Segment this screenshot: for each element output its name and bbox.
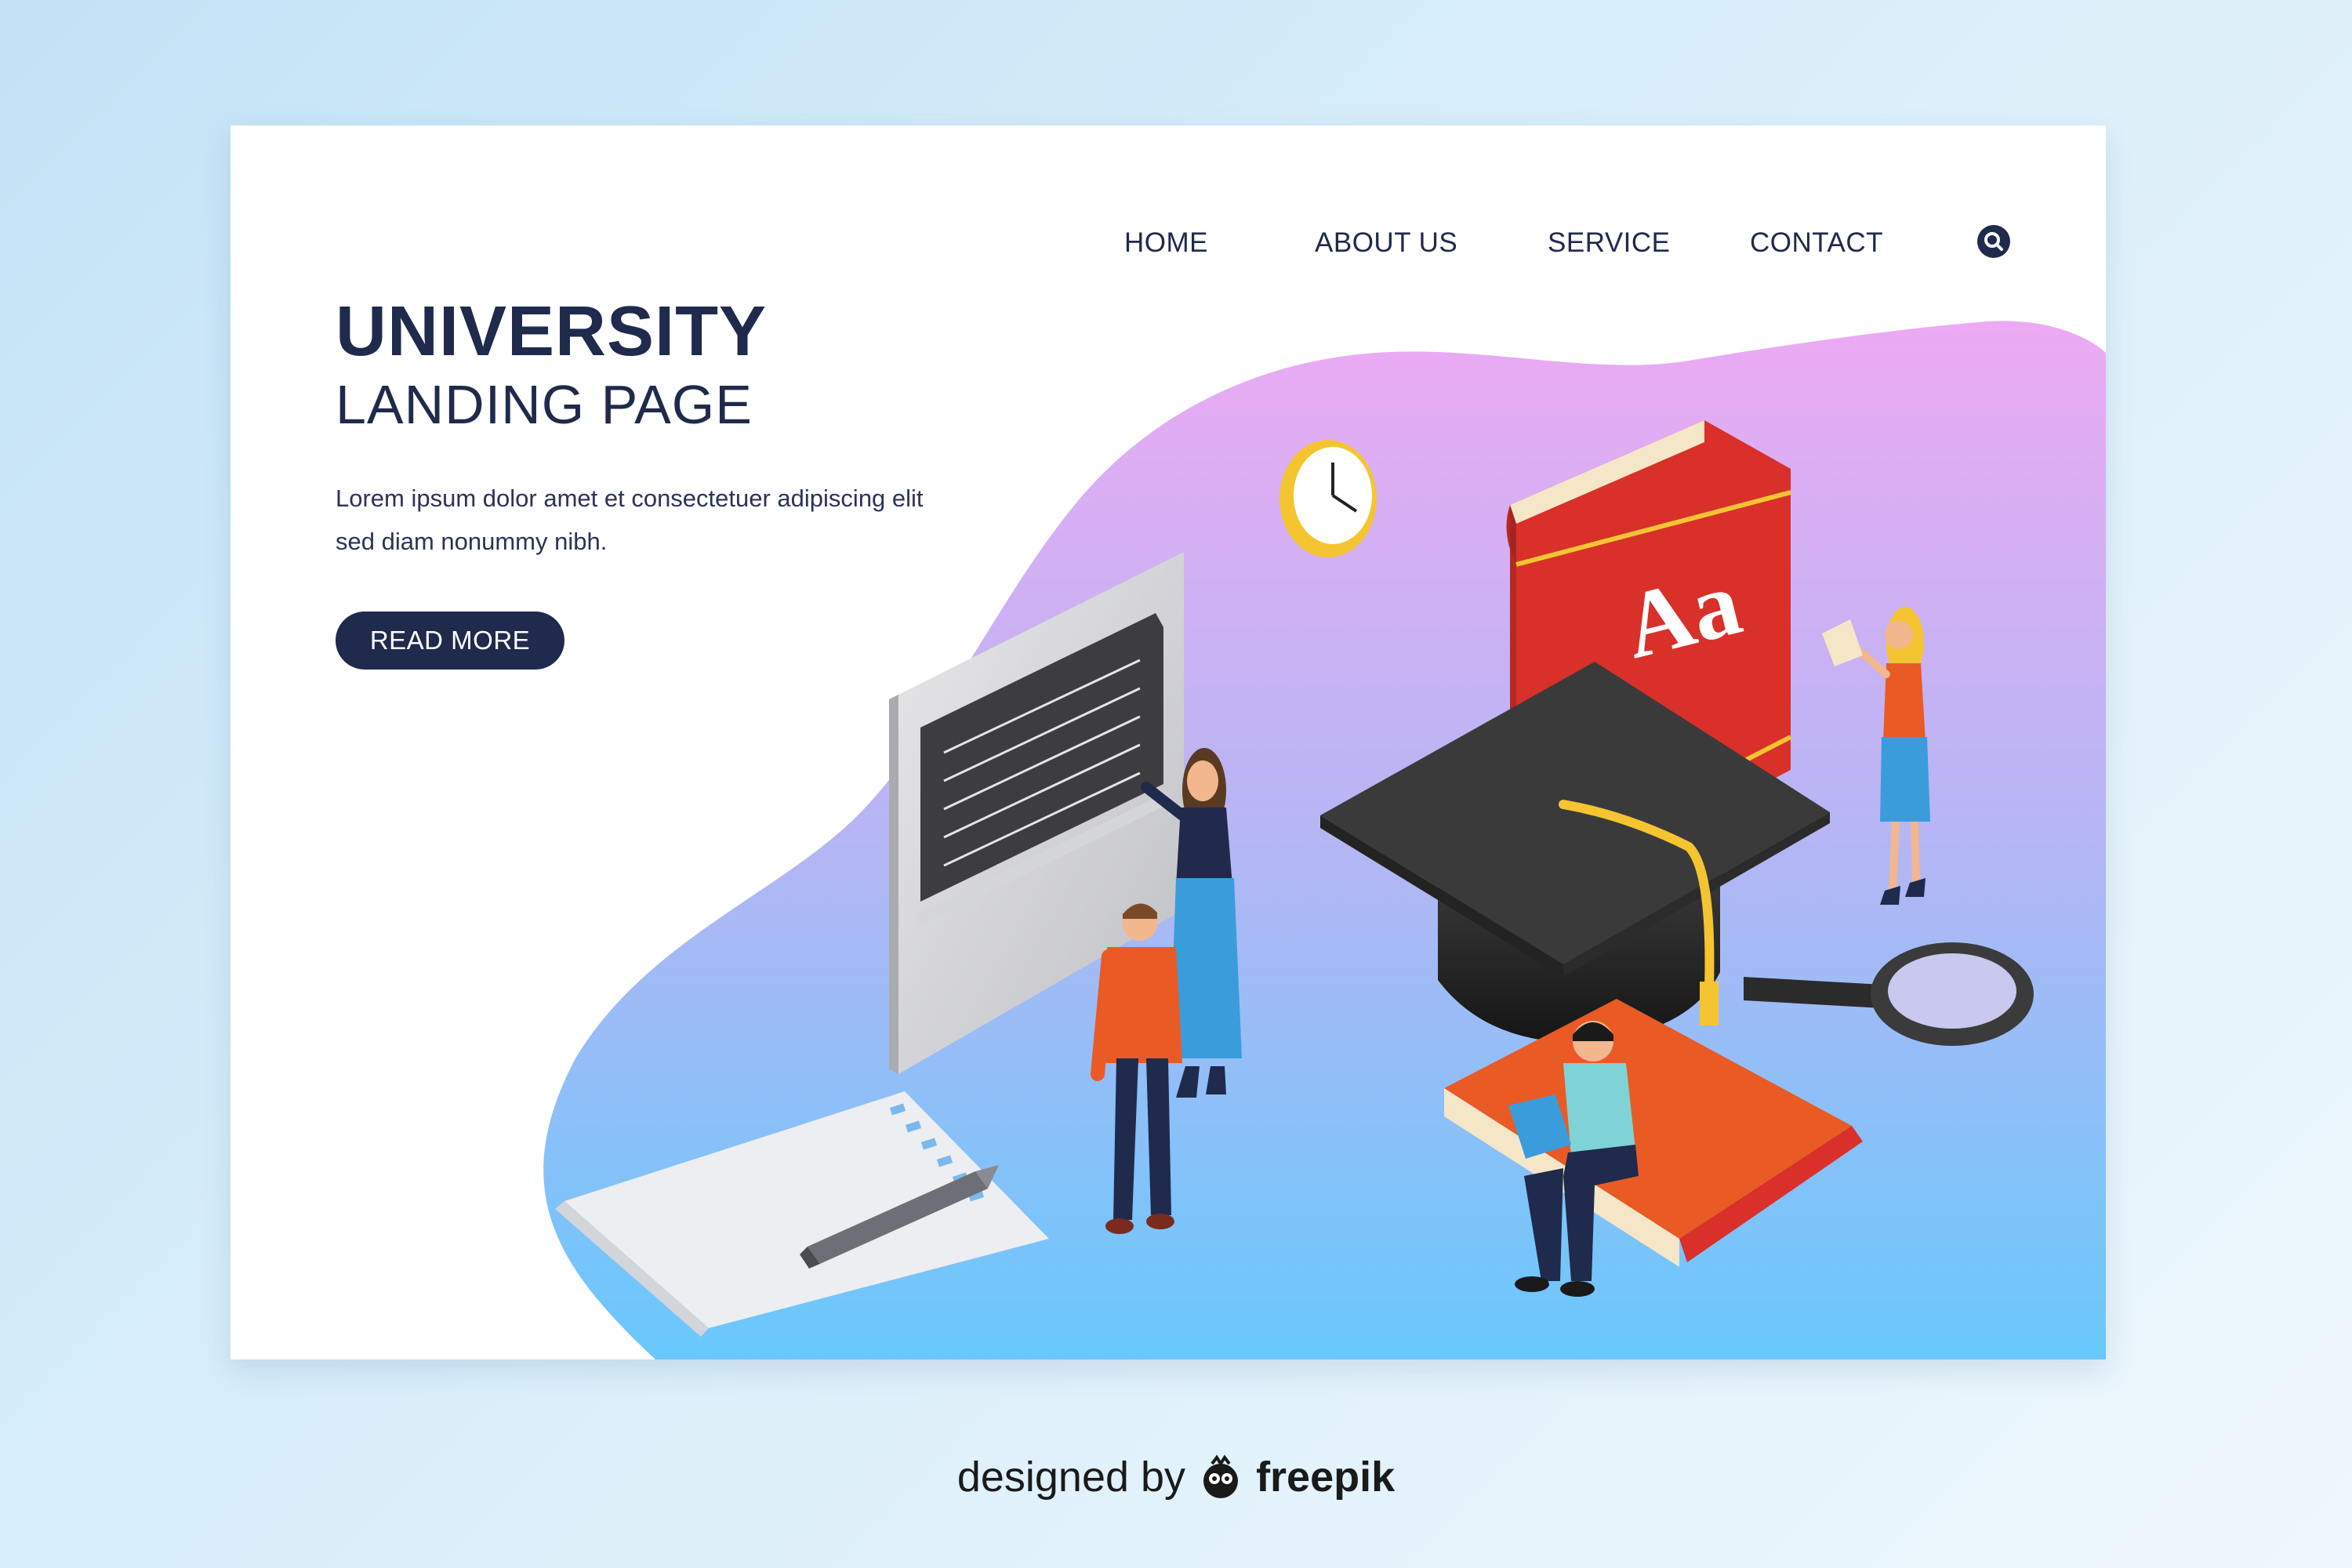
nav-contact[interactable]: CONTACT — [1750, 227, 1883, 259]
search-button[interactable] — [1977, 225, 2010, 258]
credit-prefix: designed by — [956, 1454, 1186, 1501]
nav-service[interactable]: SERVICE — [1548, 227, 1671, 259]
credit-brand: freepik — [1256, 1454, 1396, 1501]
nav-home[interactable]: HOME — [1124, 227, 1208, 259]
freepik-logo-icon — [1203, 1454, 1239, 1498]
hero-subtitle: LANDING PAGE — [336, 374, 753, 435]
hero-description: Lorem ipsum dolor amet et consectetuer a… — [336, 485, 924, 555]
landing-card: Aa HOME ABOUT US SERVICE CONTACT UNIVERS… — [230, 125, 2106, 1359]
designer-credit: designed by freepik — [0, 1446, 2352, 1508]
search-icon — [1984, 232, 2003, 251]
clock-icon — [1279, 440, 1377, 557]
hero-title: UNIVERSITY — [336, 292, 768, 371]
nav-about-us[interactable]: ABOUT US — [1315, 227, 1457, 259]
read-more-button[interactable]: READ MORE — [336, 612, 564, 670]
top-nav: HOME ABOUT US SERVICE CONTACT — [230, 225, 2106, 274]
